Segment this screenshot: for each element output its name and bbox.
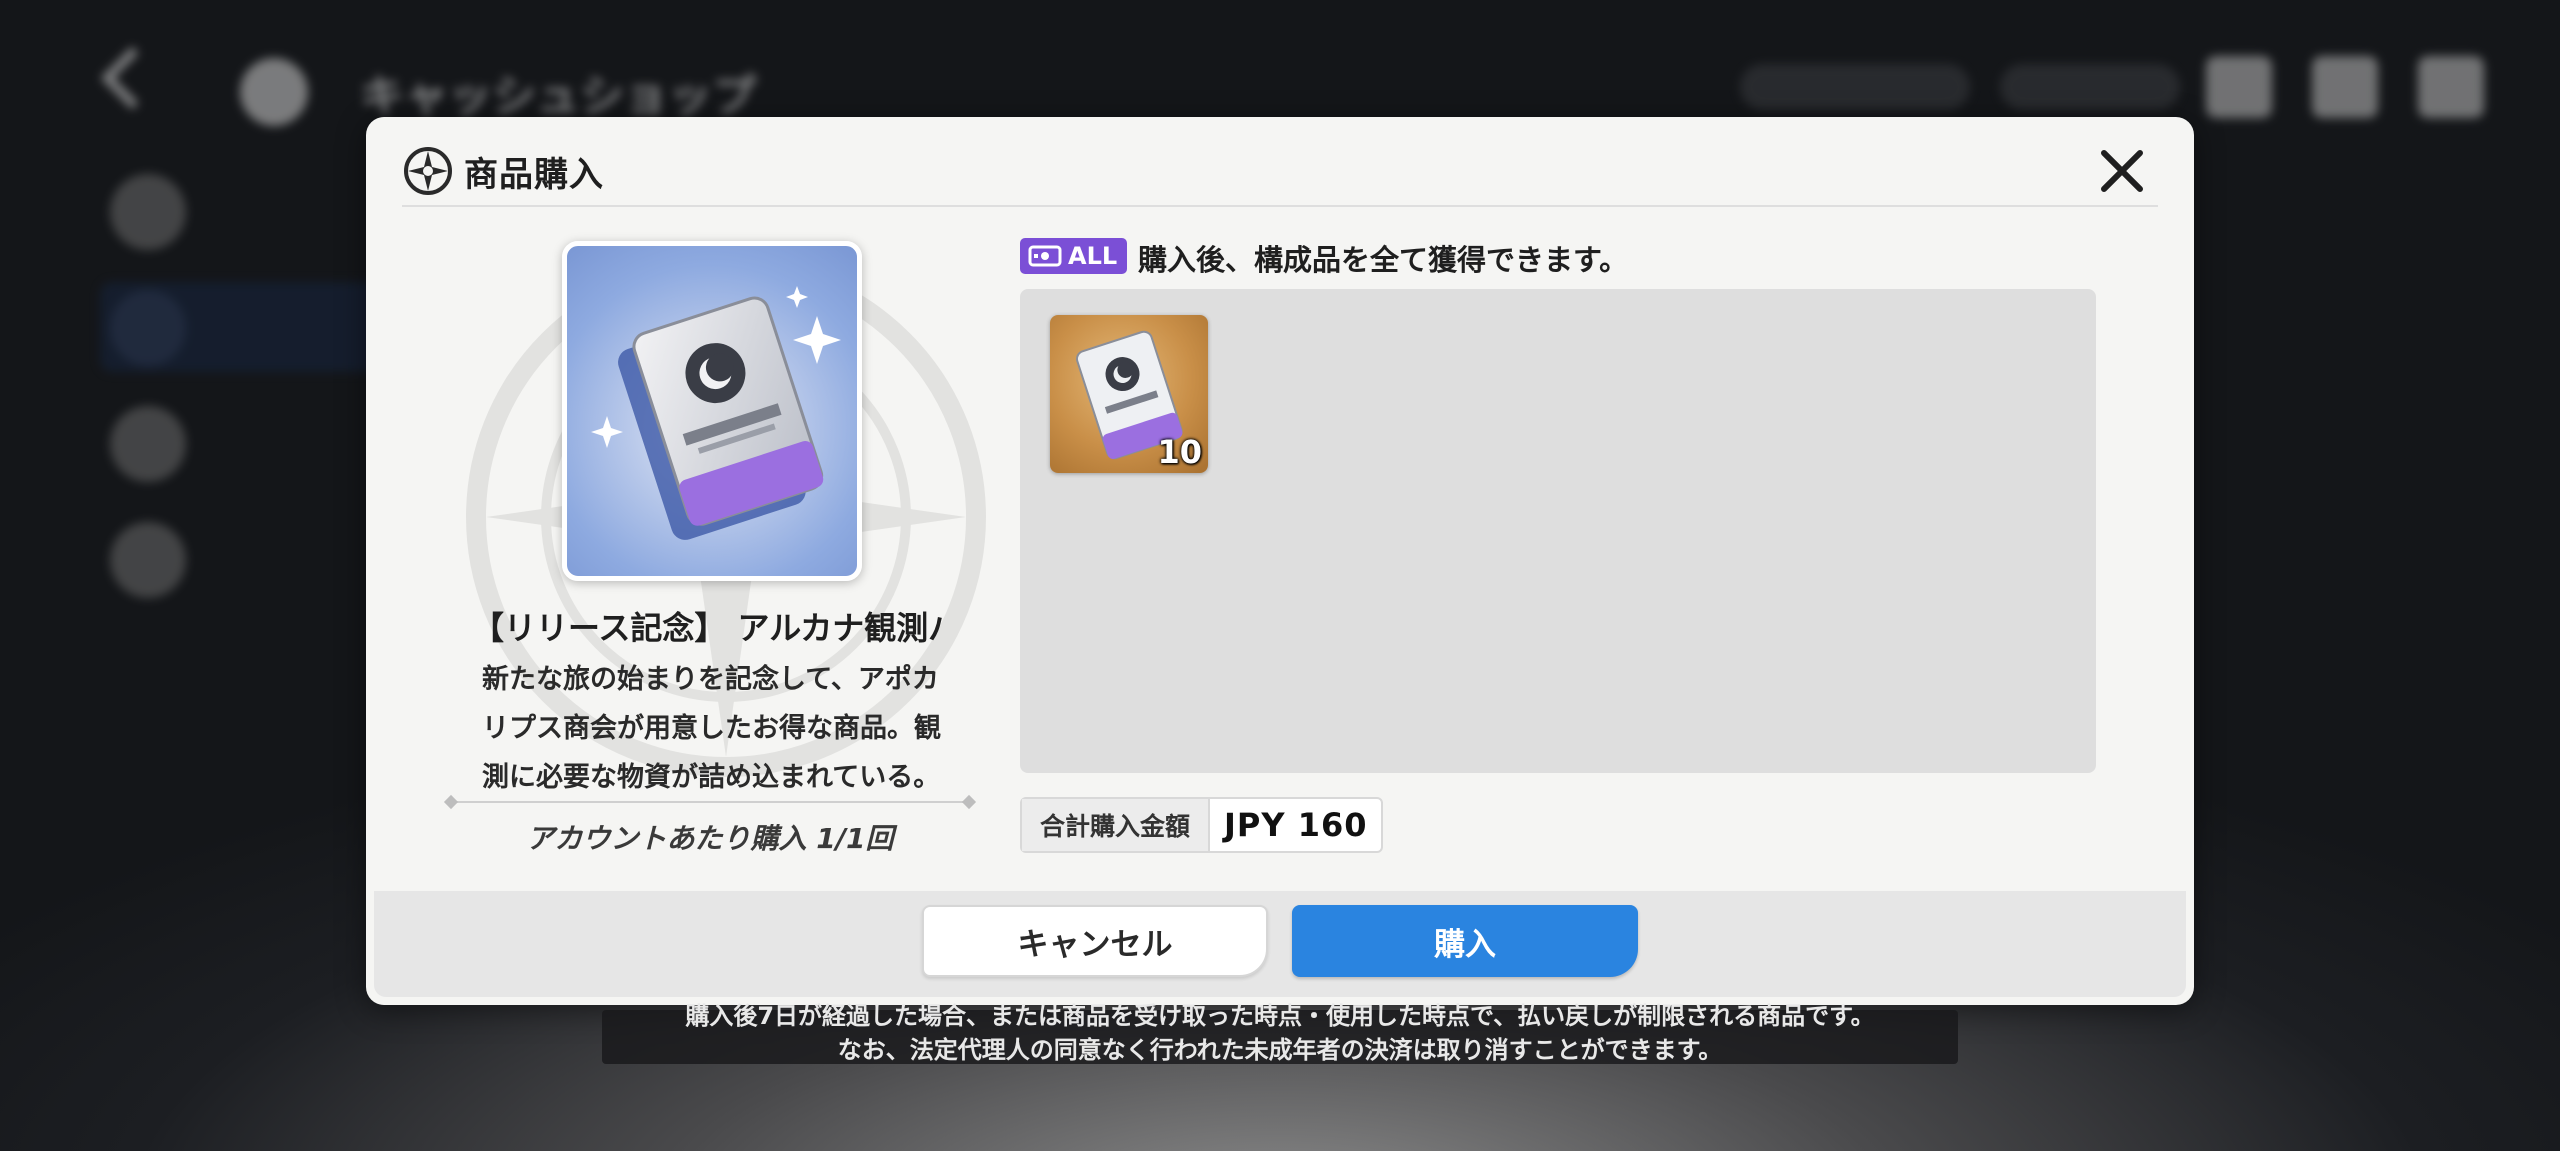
dialog-header: 商品購入 (402, 139, 604, 203)
back-arrow-icon (100, 46, 164, 110)
purchase-limit: アカウントあたり購入 1/1回 (526, 822, 894, 855)
cancel-button[interactable]: キャンセル (922, 905, 1268, 977)
currency-display-2 (2000, 64, 2180, 110)
reward-quantity: 10 (1157, 433, 1202, 471)
all-badge-label: ALL (1068, 242, 1118, 270)
currency-display-1 (1740, 64, 1970, 110)
background-page-title: キャッシュショップ (360, 71, 756, 122)
dialog-footer (374, 891, 2186, 997)
reward-item[interactable]: 10 (1050, 315, 1208, 473)
total-price-box: 合計購入金額 JPY 160 (1020, 797, 1384, 853)
shop-emblem-icon (404, 147, 452, 195)
product-image (562, 241, 862, 581)
close-icon[interactable] (2094, 143, 2150, 199)
mail-icon (2206, 56, 2272, 118)
home-icon (240, 58, 308, 126)
gift-icon (2312, 56, 2378, 118)
notice-line-2: なお、法定代理人の同意なく行われた未成年者の決済は取り消すことができます。 (837, 1036, 1723, 1064)
buy-button[interactable]: 購入 (1292, 905, 1638, 977)
purchase-dialog: 商品購入 【リリース記念】 アルカナ観測パ 新たな旅の始まりを記念して、アポカリ… (366, 117, 2194, 1005)
total-price: JPY 160 (1224, 806, 1368, 844)
notice-line-1: 購入後7日が経過した場合、または商品を受け取った時点・使用した時点で、払い戻しが… (685, 1002, 1875, 1030)
product-name: 【リリース記念】 アルカナ観測パ (472, 609, 942, 647)
all-badge: ALL (1020, 238, 1128, 274)
product-description: 新たな旅の始まりを記念して、アポカリプス商会が用意したお得な商品。観測に必要な物… (482, 664, 941, 793)
total-label: 合計購入金額 (1022, 799, 1211, 851)
observe-ticket-icon (591, 286, 841, 540)
header-divider (402, 205, 2158, 207)
refund-notice: 購入後7日が経過した場合、または商品を受け取った時点・使用した時点で、払い戻しが… (602, 1004, 1958, 1064)
package-icon (1028, 245, 1062, 267)
dialog-title: 商品購入 (464, 154, 604, 195)
menu-icon (2418, 56, 2484, 118)
rewards-note: 購入後、構成品を全て獲得できます。 (1138, 243, 1629, 277)
section-divider (450, 801, 970, 803)
rewards-panel: 10 (1020, 289, 2096, 773)
